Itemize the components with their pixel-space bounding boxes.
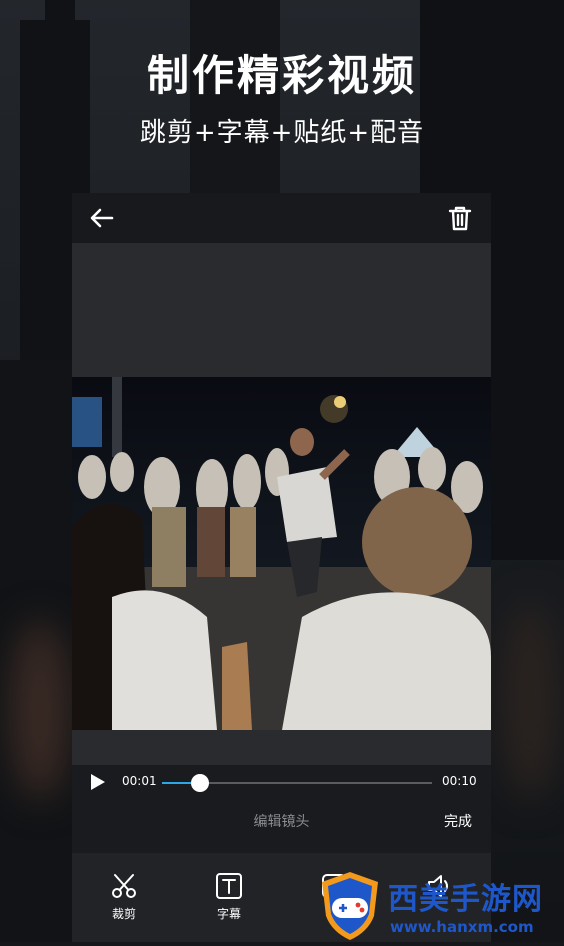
tool-subtitle-label: 字幕 <box>216 907 241 921</box>
tool-trim-label: 裁剪 <box>111 907 136 921</box>
promo-headline: 制作精彩视频 <box>146 51 417 100</box>
progress-handle[interactable] <box>190 774 209 792</box>
editor-top-bar <box>72 193 491 243</box>
trash-icon[interactable] <box>444 202 476 234</box>
current-time: 00:01 <box>122 774 157 788</box>
tool-subtitle[interactable]: 字幕 <box>194 871 264 922</box>
editor-panel: 00:01 00:10 编辑镜头 完成 裁剪 字幕 <box>72 193 491 942</box>
text-icon <box>216 873 242 899</box>
progress-slider[interactable] <box>162 774 432 792</box>
section-title: 编辑镜头 <box>253 814 310 830</box>
tool-trim[interactable]: 裁剪 <box>89 871 159 922</box>
total-time: 00:10 <box>442 774 477 788</box>
back-arrow-icon[interactable] <box>86 202 118 234</box>
preview-stage <box>72 243 491 765</box>
gamepad-shield-logo-icon <box>322 872 378 940</box>
playback-controls: 00:01 00:10 <box>72 765 491 797</box>
edit-header: 编辑镜头 完成 <box>72 811 491 837</box>
video-frame-image <box>72 377 491 730</box>
watermark-url: www.hanxm.com <box>390 918 534 936</box>
scissors-icon <box>112 874 136 898</box>
watermark: 西美手游网 www.hanxm.com <box>318 870 564 942</box>
video-preview[interactable] <box>72 377 491 730</box>
watermark-name: 西美手游网 <box>388 882 543 917</box>
done-button[interactable]: 完成 <box>444 811 472 831</box>
play-icon[interactable] <box>86 771 108 793</box>
promo-subheadline: 跳剪+字幕+贴纸+配音 <box>139 118 425 148</box>
